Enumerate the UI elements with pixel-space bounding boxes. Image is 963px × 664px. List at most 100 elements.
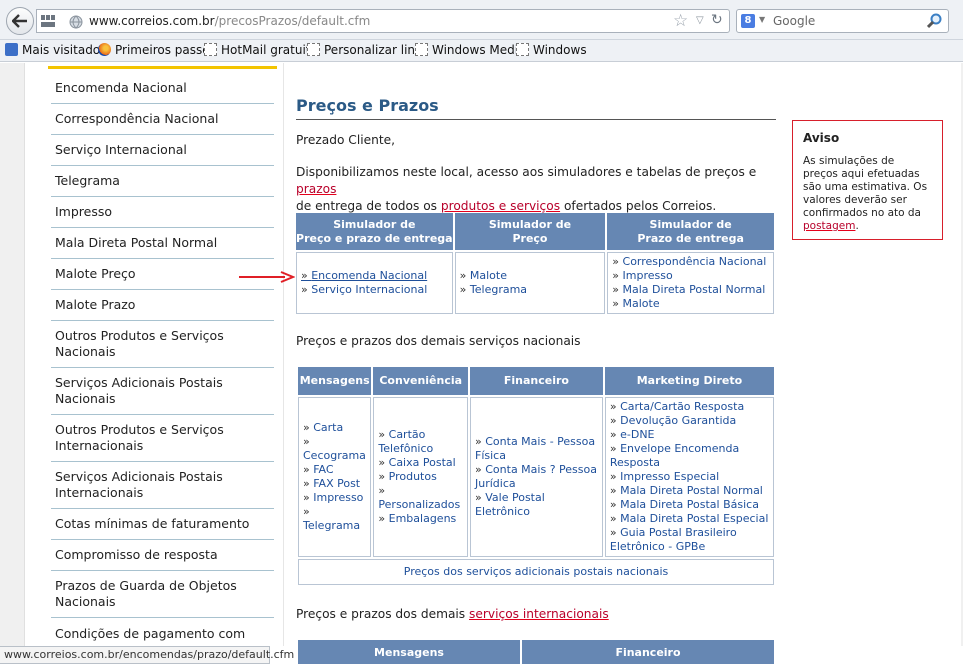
nat-link-produtos[interactable]: Produtos bbox=[378, 470, 463, 484]
bookmark-windows[interactable]: Windows bbox=[516, 43, 587, 57]
sim-link-malote-prazo[interactable]: Malote bbox=[612, 297, 769, 311]
bookmark-windows-media[interactable]: Windows Media bbox=[415, 43, 525, 57]
firefox-icon bbox=[98, 43, 111, 56]
sidebar-item-servico-internacional[interactable]: Serviço Internacional bbox=[51, 135, 274, 166]
sidebar-item-malote-prazo[interactable]: Malote Prazo bbox=[51, 290, 274, 321]
sim-link-servico-internacional[interactable]: Serviço Internacional bbox=[301, 283, 448, 297]
nat-link-fax-post[interactable]: FAX Post bbox=[303, 477, 366, 491]
servicos-adicionais-link[interactable]: Preços dos serviços adicionais postais n… bbox=[404, 565, 668, 578]
nat-link-conta-mais-pf[interactable]: Conta Mais - Pessoa Física bbox=[475, 435, 598, 463]
nat-link-telegrama[interactable]: Telegrama bbox=[303, 505, 366, 533]
sidebar-item-prazos-guarda[interactable]: Prazos de Guarda de Objetos Nacionais bbox=[51, 571, 274, 618]
nat-link-mala-direta-basica[interactable]: Mala Direta Postal Básica bbox=[610, 498, 769, 512]
sidebar-item-condicoes-pagamento[interactable]: Condições de pagamento com bbox=[51, 618, 274, 646]
nat-link-conta-mais-pj[interactable]: Conta Mais ? Pessoa Jurídica bbox=[475, 463, 598, 491]
prazos-link[interactable]: prazos bbox=[296, 182, 336, 196]
sim-link-impresso[interactable]: Impresso bbox=[612, 269, 769, 283]
google-logo-icon[interactable]: 8 bbox=[741, 14, 755, 28]
back-button[interactable] bbox=[6, 7, 34, 35]
nat-link-mala-direta-normal[interactable]: Mala Direta Postal Normal bbox=[610, 484, 769, 498]
nat-link-personalizados[interactable]: Personalizados bbox=[378, 484, 463, 512]
bookmark-star-icon[interactable]: ☆ bbox=[673, 11, 688, 31]
simulator-table: Simulador de Preço e prazo de entrega Sim… bbox=[294, 211, 776, 316]
bookmarks-toolbar: Mais visitados Primeiros passos HotMail … bbox=[0, 40, 963, 62]
nat-link-carta-resposta[interactable]: Carta/Cartão Resposta bbox=[610, 400, 769, 414]
nat-link-impresso[interactable]: Impresso bbox=[303, 491, 366, 505]
sim-link-correspondencia[interactable]: Correspondência Nacional bbox=[612, 255, 769, 269]
nat-cell-mensagens: Carta Cecograma FAC FAX Post Impresso Te… bbox=[298, 397, 372, 557]
red-arrow-icon bbox=[239, 271, 295, 283]
history-dropdown-icon[interactable]: ▽ bbox=[696, 15, 704, 26]
sim-cell-preco-prazo: Encomenda Nacional Serviço Internacional bbox=[296, 252, 453, 314]
status-bar: www.correios.com.br/encomendas/prazo/def… bbox=[0, 646, 294, 664]
nat-link-vale-postal[interactable]: Vale Postal Eletrônico bbox=[475, 491, 598, 519]
sim-cell-prazo: Correspondência Nacional Impresso Mala D… bbox=[607, 252, 774, 314]
page-title: Preços e Prazos bbox=[296, 96, 439, 115]
search-bar[interactable]: 8 ▼ Google bbox=[736, 9, 949, 33]
sidebar-item-correspondencia-nacional[interactable]: Correspondência Nacional bbox=[51, 104, 274, 135]
nat-link-devolucao-garantida[interactable]: Devolução Garantida bbox=[610, 414, 769, 428]
sidebar-item-encomenda-nacional[interactable]: Encomenda Nacional bbox=[51, 72, 274, 104]
nat-header-conveniencia: Conveniência bbox=[373, 367, 469, 395]
notice-box: Aviso As simulações de preços aqui efetu… bbox=[792, 120, 943, 240]
national-services-table: Mensagens Conveniência Financeiro Market… bbox=[296, 365, 776, 587]
sim-link-encomenda-nacional[interactable]: Encomenda Nacional bbox=[301, 269, 448, 283]
nat-link-cartao-telefonico[interactable]: Cartão Telefônico bbox=[378, 428, 463, 456]
bookmark-mais-visitados[interactable]: Mais visitados bbox=[5, 43, 106, 57]
nat-link-impresso-especial[interactable]: Impresso Especial bbox=[610, 470, 769, 484]
nat-link-envelope-encomenda[interactable]: Envelope Encomenda Resposta bbox=[610, 442, 769, 470]
bookmark-primeiros-passos[interactable]: Primeiros passos bbox=[98, 43, 216, 57]
url-host: www.correios.com.br bbox=[89, 14, 215, 28]
page-icon bbox=[204, 43, 217, 56]
sidebar-accent-bar bbox=[48, 66, 277, 69]
reload-icon[interactable]: ↻ bbox=[711, 12, 723, 28]
nat-link-mala-direta-especial[interactable]: Mala Direta Postal Especial bbox=[610, 512, 769, 526]
international-services-heading: Preços e prazos dos demais serviços inte… bbox=[296, 607, 609, 621]
servicos-internacionais-link[interactable]: serviços internacionais bbox=[469, 607, 609, 621]
sim-header-preco: Simulador de Preço bbox=[454, 213, 606, 250]
nat-link-e-dne[interactable]: e-DNE bbox=[610, 428, 769, 442]
sidebar-item-impresso[interactable]: Impresso bbox=[51, 197, 274, 228]
postagem-link[interactable]: postagem bbox=[803, 220, 855, 232]
nat-link-fac[interactable]: FAC bbox=[303, 463, 366, 477]
address-bar[interactable]: www.correios.com.br/precosPrazos/default… bbox=[36, 9, 730, 33]
page-icon bbox=[307, 43, 320, 56]
globe-icon bbox=[69, 15, 83, 29]
sidebar-item-cotas-minimas[interactable]: Cotas mínimas de faturamento bbox=[51, 509, 274, 540]
sim-link-malote[interactable]: Malote bbox=[460, 269, 601, 283]
sim-link-telegrama[interactable]: Telegrama bbox=[460, 283, 601, 297]
bookmark-hotmail[interactable]: HotMail gratuito bbox=[204, 43, 318, 57]
magnifier-icon[interactable] bbox=[927, 13, 943, 29]
nat-link-caixa-postal[interactable]: Caixa Postal bbox=[378, 456, 463, 470]
notice-title: Aviso bbox=[803, 131, 840, 145]
intl-header-mensagens: Mensagens bbox=[298, 640, 520, 664]
nat-link-guia-postal[interactable]: Guia Postal Brasileiro Eletrônico - GPBe bbox=[610, 526, 769, 554]
sidebar-item-outros-produtos-nacionais[interactable]: Outros Produtos e Serviços Nacionais bbox=[51, 321, 274, 368]
sim-link-mala-direta[interactable]: Mala Direta Postal Normal bbox=[612, 283, 769, 297]
sidebar-item-mala-direta[interactable]: Mala Direta Postal Normal bbox=[51, 228, 274, 259]
page-icon bbox=[415, 43, 428, 56]
sim-cell-preco: Malote Telegrama bbox=[454, 252, 606, 314]
back-arrow-icon bbox=[12, 14, 27, 28]
notice-body: As simulações de preços aqui efetuadas s… bbox=[803, 155, 928, 232]
search-engine-dropdown-icon[interactable]: ▼ bbox=[759, 15, 765, 24]
intro-paragraph: Disponibilizamos neste local, acesso aos… bbox=[296, 165, 757, 213]
bookmark-personalizar-links[interactable]: Personalizar links bbox=[307, 43, 428, 57]
nat-link-embalagens[interactable]: Embalagens bbox=[378, 512, 463, 526]
sidebar-divider bbox=[283, 63, 284, 646]
sidebar-item-outros-produtos-internacionais[interactable]: Outros Produtos e Serviços Internacionai… bbox=[51, 415, 274, 462]
page-icon bbox=[516, 43, 529, 56]
search-placeholder: Google bbox=[773, 14, 816, 28]
nat-cell-conveniencia: Cartão Telefônico Caixa Postal Produtos … bbox=[373, 397, 469, 557]
sidebar-item-compromisso-resposta[interactable]: Compromisso de resposta bbox=[51, 540, 274, 571]
nat-cell-marketing-direto: Carta/Cartão Resposta Devolução Garantid… bbox=[604, 397, 774, 557]
sidebar-item-servicos-adicionais-nacionais[interactable]: Serviços Adicionais Postais Nacionais bbox=[51, 368, 274, 415]
sidebar-item-telegrama[interactable]: Telegrama bbox=[51, 166, 274, 197]
grid-icon[interactable] bbox=[41, 15, 55, 27]
nat-link-carta[interactable]: Carta bbox=[303, 421, 366, 435]
sim-header-preco-prazo: Simulador de Preço e prazo de entrega bbox=[296, 213, 453, 250]
intl-header-financeiro: Financeiro bbox=[522, 640, 774, 664]
sidebar-item-servicos-adicionais-internacionais[interactable]: Serviços Adicionais Postais Internaciona… bbox=[51, 462, 274, 509]
nat-link-cecograma[interactable]: Cecograma bbox=[303, 435, 366, 463]
international-services-table: Mensagens Financeiro bbox=[296, 638, 776, 664]
